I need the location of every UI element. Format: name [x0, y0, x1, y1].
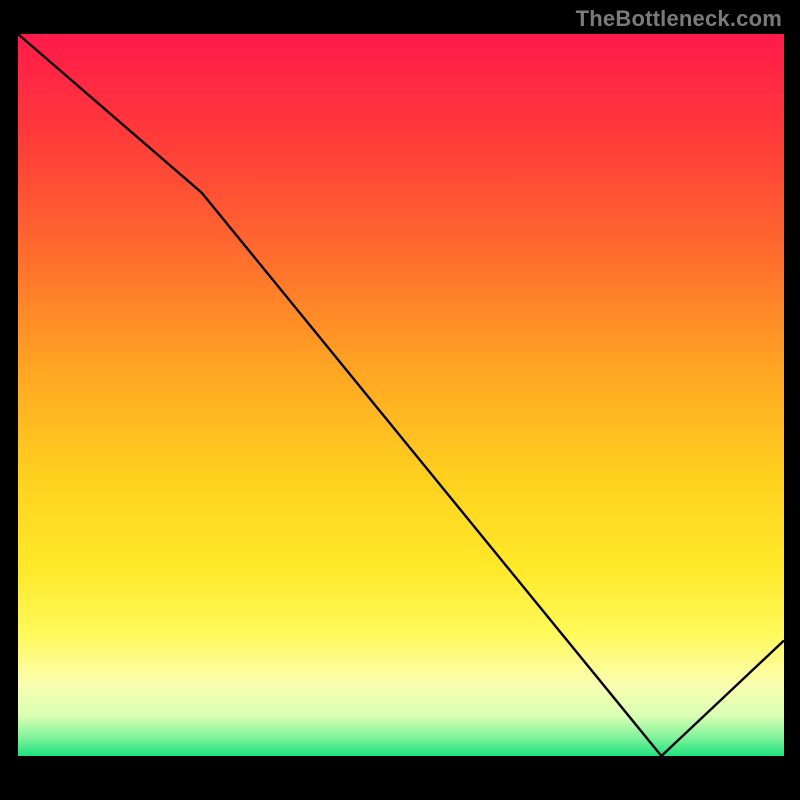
bottleneck-chart [0, 0, 800, 800]
plot-area [18, 34, 784, 756]
